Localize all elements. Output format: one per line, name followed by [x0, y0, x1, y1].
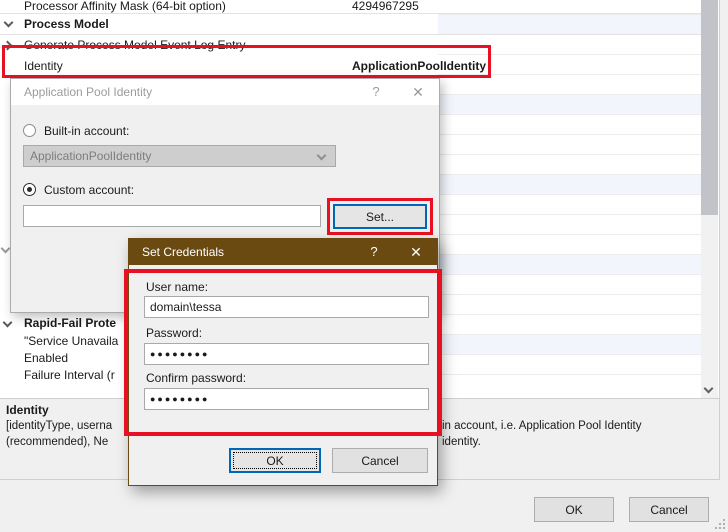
- table-row-identity[interactable]: Identity ApplicationPoolIdentity: [0, 56, 720, 77]
- row-name: "Service Unavaila: [24, 334, 118, 348]
- row-name: Generate Process Model Event Log Entry: [24, 38, 245, 52]
- builtin-account-radio[interactable]: [23, 124, 36, 137]
- row-name: Process Model: [24, 17, 109, 31]
- chevron-down-icon: [317, 151, 327, 161]
- close-icon[interactable]: ✕: [401, 79, 435, 105]
- confirm-password-label: Confirm password:: [146, 371, 246, 385]
- password-field[interactable]: [144, 343, 429, 365]
- row-value: ApplicationPoolIdentity: [352, 59, 486, 73]
- scrollbar-down-button[interactable]: [701, 381, 718, 398]
- row-value: 4294967295: [352, 0, 419, 13]
- row-name: Identity: [24, 59, 63, 73]
- dialog-title: Application Pool Identity: [24, 85, 152, 99]
- dialog-titlebar[interactable]: Set Credentials ? ✕: [129, 239, 437, 265]
- row-name: Failure Interval (r: [24, 368, 115, 382]
- confirm-password-field[interactable]: [144, 388, 429, 410]
- chevron-right-icon[interactable]: [3, 41, 13, 51]
- chevron-down-icon[interactable]: [4, 18, 14, 28]
- vertical-scrollbar[interactable]: [701, 0, 718, 398]
- chevron-down-icon: [704, 384, 714, 394]
- main-cancel-button[interactable]: Cancel: [629, 497, 709, 522]
- chevron-down-icon[interactable]: [3, 318, 13, 328]
- dialog-title: Set Credentials: [142, 245, 224, 259]
- builtin-account-label: Built-in account:: [44, 124, 129, 138]
- builtin-account-select[interactable]: ApplicationPoolIdentity: [23, 145, 336, 167]
- row-name: Enabled: [24, 351, 68, 365]
- table-row-section[interactable]: Process Model: [0, 14, 720, 35]
- ok-button-label: OK: [266, 454, 283, 468]
- scrollbar-thumb[interactable]: [701, 0, 718, 215]
- description-line: (recommended), Ne: [6, 436, 108, 448]
- custom-account-radio[interactable]: [23, 183, 36, 196]
- table-row[interactable]: Enabled: [0, 351, 128, 368]
- row-name: Processor Affinity Mask (64-bit option): [24, 0, 226, 13]
- table-row[interactable]: Processor Affinity Mask (64-bit option) …: [0, 0, 720, 14]
- table-row[interactable]: Generate Process Model Event Log Entry: [0, 35, 720, 56]
- description-heading: Identity: [6, 403, 49, 417]
- username-field[interactable]: [144, 296, 429, 318]
- custom-account-label: Custom account:: [44, 183, 134, 197]
- description-line: in account, i.e. Application Pool Identi…: [442, 420, 641, 432]
- set-credentials-dialog: Set Credentials ? ✕ User name: Password:…: [128, 238, 438, 486]
- set-button[interactable]: Set...: [333, 204, 427, 229]
- cancel-button[interactable]: Cancel: [332, 448, 428, 473]
- close-icon[interactable]: ✕: [399, 239, 433, 265]
- description-line: [identityType, userna: [6, 420, 112, 432]
- custom-account-input[interactable]: [23, 205, 321, 227]
- help-icon[interactable]: ?: [357, 239, 391, 265]
- builtin-account-selected-value: ApplicationPoolIdentity: [30, 149, 151, 163]
- ok-button[interactable]: OK: [229, 448, 321, 473]
- row-name: Rapid-Fail Prote: [24, 316, 116, 330]
- table-row[interactable]: "Service Unavaila: [0, 334, 128, 351]
- main-ok-button[interactable]: OK: [534, 497, 614, 522]
- resize-grip-icon[interactable]: [712, 516, 725, 529]
- description-line: identity.: [442, 436, 481, 448]
- password-label: Password:: [146, 326, 202, 340]
- table-row[interactable]: Failure Interval (r: [0, 368, 128, 385]
- username-label: User name:: [146, 280, 208, 294]
- dialog-titlebar[interactable]: Application Pool Identity ? ✕: [11, 79, 439, 105]
- help-icon[interactable]: ?: [359, 79, 393, 105]
- table-row-section[interactable]: Rapid-Fail Prote: [0, 316, 128, 333]
